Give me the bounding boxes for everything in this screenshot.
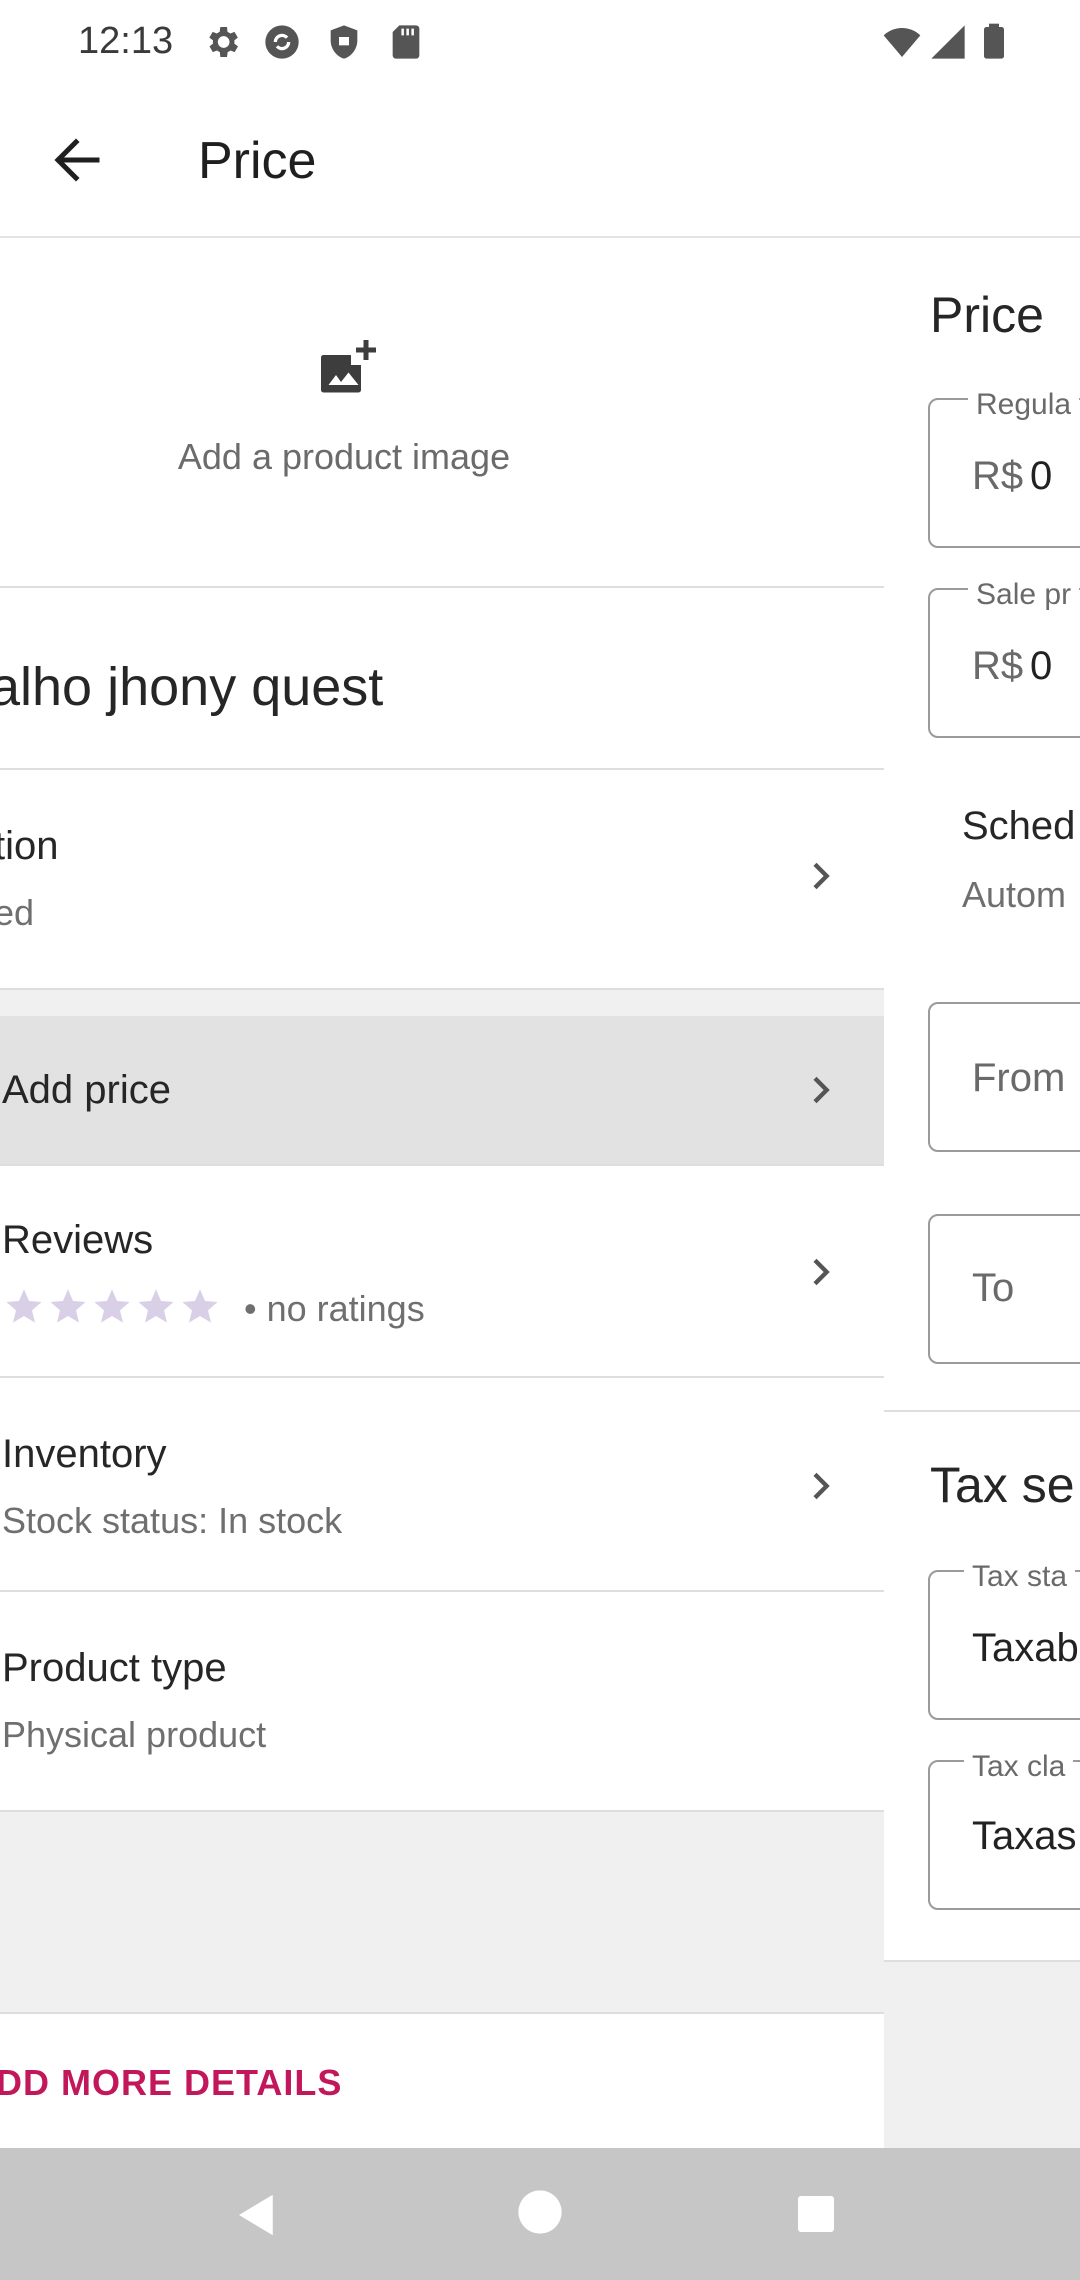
chevron-right-icon: [813, 862, 830, 890]
add-more-details-button[interactable]: DD MORE DETAILS: [0, 2062, 342, 2104]
tax-settings-heading: Tax se: [930, 1457, 1075, 1513]
description-row-subtitle: ed: [0, 892, 35, 933]
sale-price-value[interactable]: 0: [1030, 644, 1052, 689]
add-product-image-label[interactable]: Add a product image: [0, 436, 688, 478]
sync-icon: [265, 25, 299, 59]
divider: [0, 1810, 884, 1812]
product-image-card[interactable]: [0, 238, 884, 586]
star-icon: [138, 1289, 174, 1323]
tax-status-value[interactable]: Taxab: [972, 1626, 1079, 1671]
product-type-row-title: Product type: [2, 1646, 227, 1690]
divider: [0, 988, 884, 990]
wifi-icon: [883, 28, 921, 57]
schedule-sale-title[interactable]: Sched: [962, 804, 1075, 849]
product-type-row[interactable]: [0, 1592, 884, 1810]
description-row[interactable]: [0, 770, 884, 988]
price-heading: Price: [930, 287, 1044, 343]
settings-icon: [209, 27, 238, 57]
add-price-row-title: Add price: [2, 1068, 171, 1112]
star-icon: [182, 1289, 218, 1323]
add-photo-icon[interactable]: [316, 340, 376, 400]
star-icon: [6, 1289, 42, 1323]
reviews-row[interactable]: [0, 1166, 884, 1376]
rating-text: • no ratings: [244, 1288, 425, 1329]
nav-back-icon[interactable]: [230, 2188, 284, 2242]
chevron-right-icon: [813, 1472, 830, 1500]
sale-price-currency: R$: [972, 644, 1024, 688]
reviews-row-title: Reviews: [2, 1218, 154, 1262]
page-title: Price: [198, 132, 317, 190]
app-bar: [0, 88, 1080, 238]
shield-icon: [330, 25, 358, 59]
sale-price-label: Sale pr: [968, 578, 1080, 612]
inventory-row[interactable]: [0, 1378, 884, 1590]
battery-icon: [984, 23, 1004, 59]
chevron-right-icon: [813, 1258, 830, 1286]
to-date-placeholder: To: [972, 1266, 1015, 1310]
nav-recents-icon[interactable]: [792, 2190, 840, 2238]
star-icon: [50, 1289, 86, 1323]
inventory-row-subtitle: Stock status: In stock: [2, 1500, 343, 1541]
cell-signal-icon: [931, 25, 965, 59]
regular-price-label: Regula: [968, 388, 1080, 422]
product-name[interactable]: alho jhony quest: [0, 656, 383, 718]
sd-card-icon: [392, 25, 420, 59]
rating-stars: [4, 1286, 224, 1326]
regular-price-value[interactable]: 0: [1030, 454, 1052, 499]
inventory-row-title: Inventory: [2, 1432, 167, 1476]
back-button[interactable]: [40, 118, 114, 202]
tax-class-label: Tax cla: [964, 1750, 1074, 1784]
schedule-sale-subtitle: Autom: [962, 874, 1067, 915]
tax-class-value[interactable]: Taxas: [972, 1814, 1077, 1859]
nav-home-icon[interactable]: [514, 2186, 566, 2238]
description-row-title: tion: [0, 824, 59, 868]
tax-status-label: Tax sta: [964, 1560, 1076, 1594]
product-type-row-subtitle: Physical product: [2, 1714, 267, 1755]
regular-price-currency: R$: [972, 454, 1024, 498]
divider: [884, 1960, 1080, 1962]
star-icon: [94, 1289, 130, 1323]
from-date-placeholder: From: [972, 1056, 1066, 1100]
chevron-right-icon: [813, 1076, 830, 1104]
status-time: 12:13: [78, 20, 174, 62]
